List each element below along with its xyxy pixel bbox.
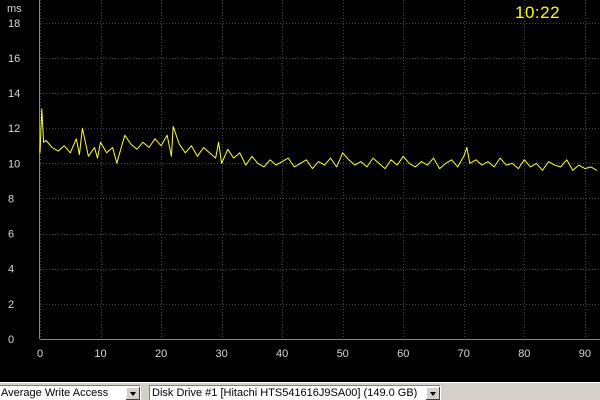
x-tick-label: 10 xyxy=(94,348,106,360)
x-tick-label: 0 xyxy=(37,348,43,360)
y-tick-label: 2 xyxy=(8,299,14,311)
y-unit-label: ms xyxy=(7,3,22,15)
x-tick-label: 40 xyxy=(276,348,288,360)
drive-select-value: Disk Drive #1 [Hitachi HTS541616J9SA00] … xyxy=(152,387,418,399)
bottom-toolbar: Average Write Access Disk Drive #1 [Hita… xyxy=(0,382,600,400)
drive-dropdown-button[interactable] xyxy=(425,386,440,400)
write-access-series-line xyxy=(39,108,598,171)
x-tick-label: 60 xyxy=(397,348,409,360)
y-tick-label: 14 xyxy=(8,88,20,100)
x-tick-label: 70 xyxy=(458,348,470,360)
access-time-chart: 0 2 4 6 8 10 12 14 16 18 0 10 20 30 40 50 60 70 80 90 ms 10… xyxy=(0,0,600,382)
y-tick-label: 18 xyxy=(8,18,20,30)
chart-canvas: 0 2 4 6 8 10 12 14 16 18 0 10 20 30 40 50 60 70 80 90 xyxy=(8,0,600,360)
y-tick-label: 6 xyxy=(8,229,14,241)
x-tick-label: 90 xyxy=(579,348,591,360)
metric-dropdown-button[interactable] xyxy=(125,386,140,400)
y-tick-label: 8 xyxy=(8,193,14,205)
elapsed-time-clock: 10:22 xyxy=(515,3,561,22)
chevron-down-icon xyxy=(130,392,136,396)
metric-select[interactable]: Average Write Access xyxy=(0,385,141,400)
disk-benchmark-window: 0 2 4 6 8 10 12 14 16 18 0 10 20 30 40 50 60 70 80 90 ms 10… xyxy=(0,0,600,400)
x-tick-label: 30 xyxy=(215,348,227,360)
chevron-down-icon xyxy=(430,392,436,396)
x-tick-label: 50 xyxy=(337,348,349,360)
y-tick-label: 10 xyxy=(8,158,20,170)
y-tick-label: 4 xyxy=(8,264,14,276)
x-tick-label: 20 xyxy=(155,348,167,360)
metric-select-value: Average Write Access xyxy=(1,387,109,399)
drive-select[interactable]: Disk Drive #1 [Hitachi HTS541616J9SA00] … xyxy=(149,385,441,400)
x-tick-label: 80 xyxy=(518,348,530,360)
y-tick-label: 12 xyxy=(8,123,20,135)
y-tick-label: 16 xyxy=(8,53,20,65)
y-tick-label: 0 xyxy=(8,334,14,346)
